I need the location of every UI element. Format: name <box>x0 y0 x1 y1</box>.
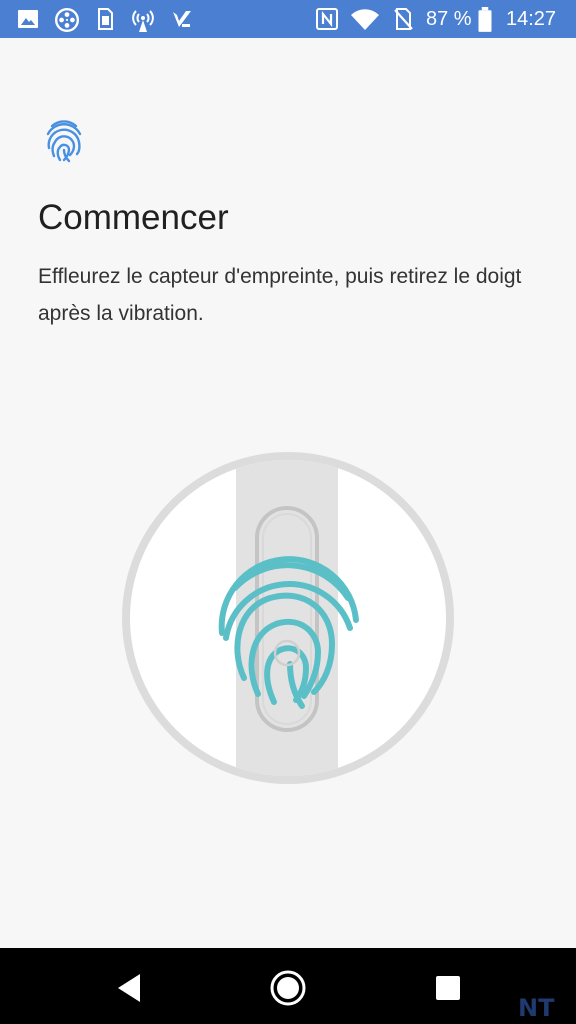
check-app-icon <box>173 11 191 27</box>
battery-icon <box>478 7 492 32</box>
battery-percent: 87 % <box>426 8 472 30</box>
svg-text:NT: NT <box>518 994 555 1020</box>
back-button[interactable] <box>110 968 150 1008</box>
fingerprint-sensor-illustration <box>122 452 454 784</box>
navigation-bar: NT <box>0 948 576 1024</box>
page-title: Commencer <box>38 198 229 237</box>
fingerprint-enroll-screen: Commencer Effleurez le capteur d'emprein… <box>0 38 576 948</box>
nfc-icon <box>316 8 338 30</box>
hotspot-icon <box>132 10 154 32</box>
home-button[interactable] <box>268 968 308 1008</box>
sim-card-icon <box>98 8 113 30</box>
film-reel-icon <box>54 7 80 33</box>
status-bar: 87 % 14:27 <box>0 0 576 38</box>
instruction-text: Effleurez le capteur d'empreinte, puis r… <box>38 265 522 325</box>
gallery-icon <box>18 10 38 28</box>
recents-button[interactable] <box>428 968 468 1008</box>
clock: 14:27 <box>506 8 557 30</box>
fingerprint-icon <box>46 120 82 163</box>
no-sim-icon <box>394 8 413 30</box>
watermark-logo: NT <box>518 994 555 1020</box>
wifi-icon <box>351 9 379 31</box>
